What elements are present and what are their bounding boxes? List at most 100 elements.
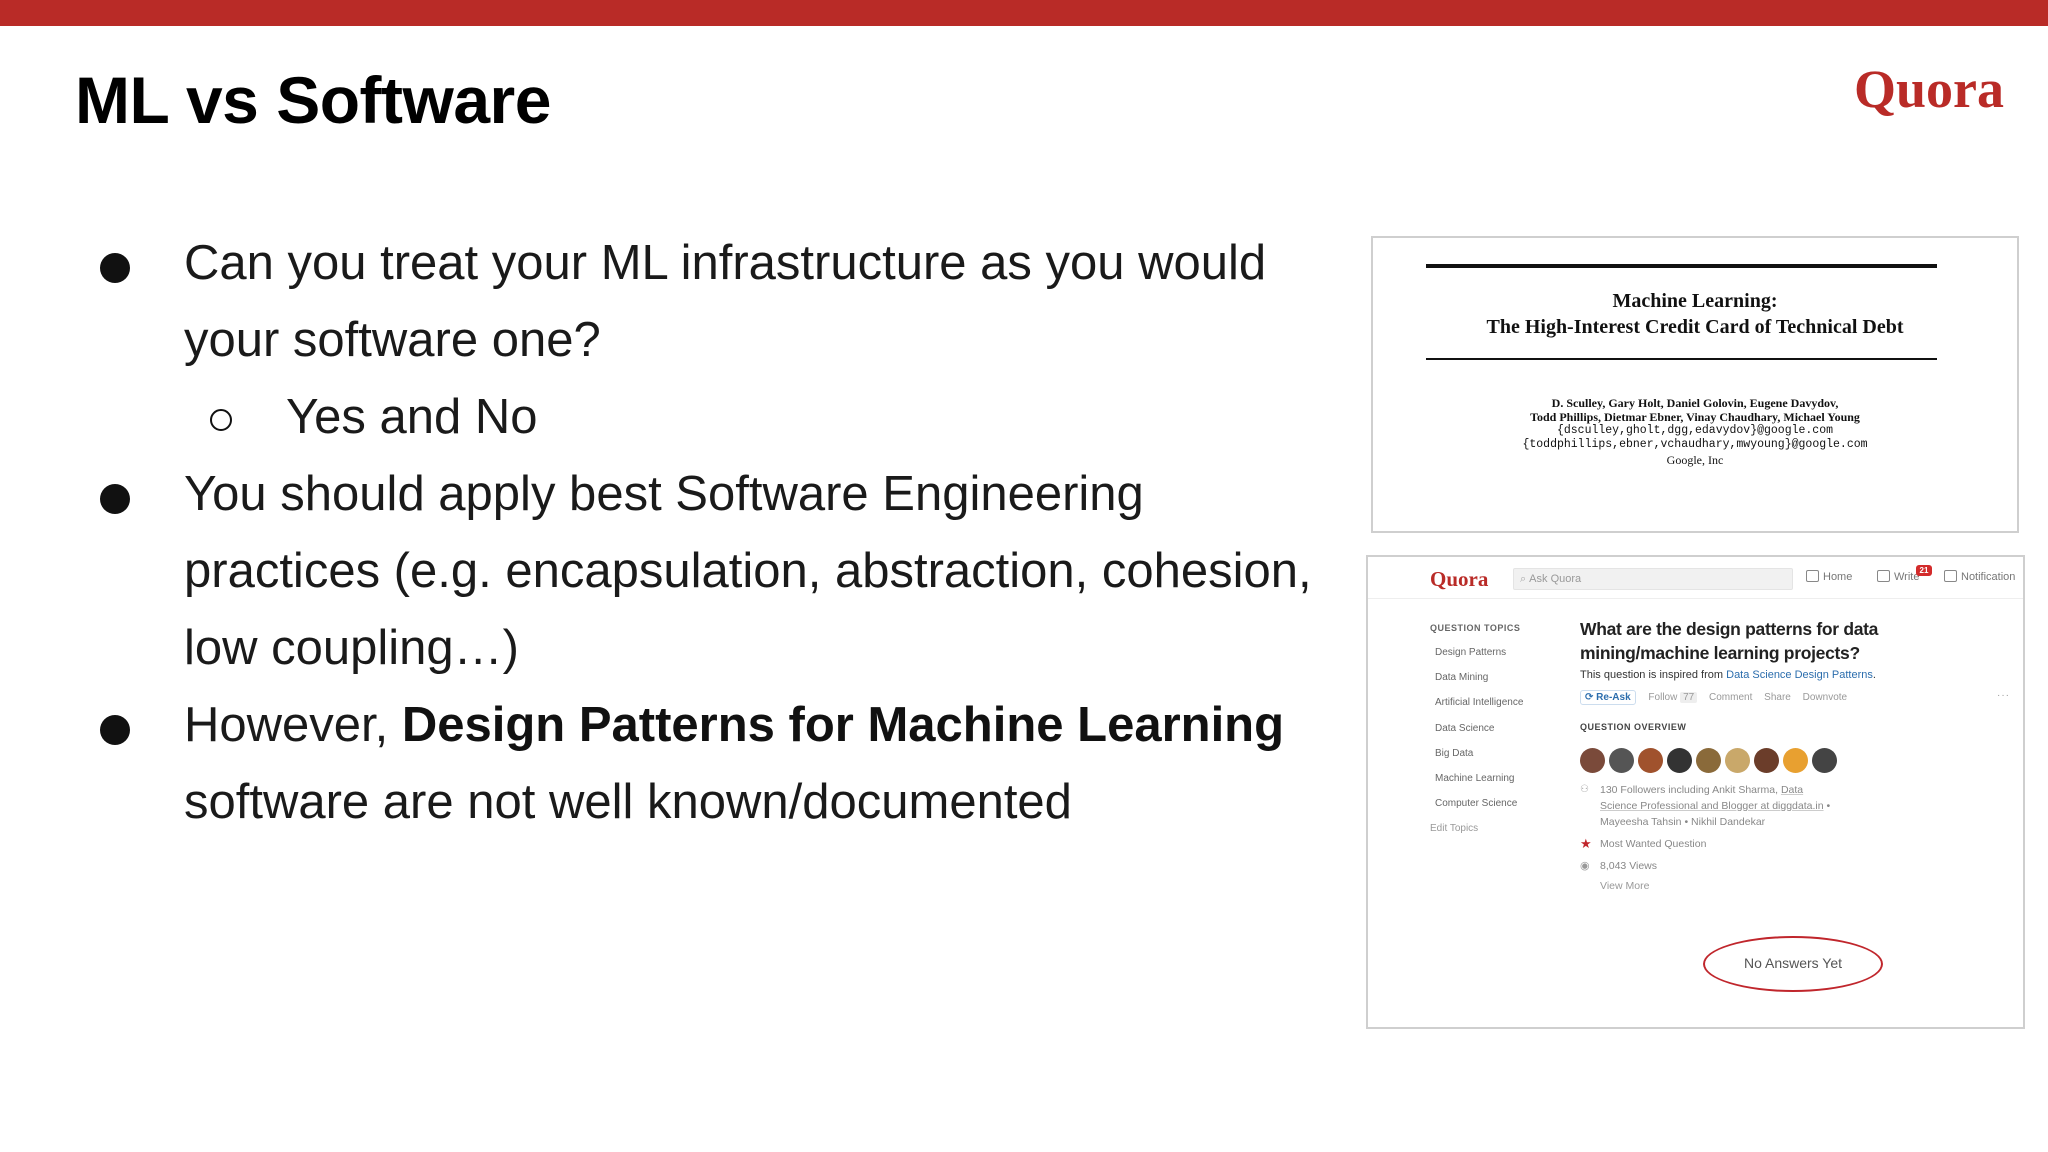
view-more-link: View More	[1600, 880, 1650, 892]
bullet-item: You should apply best Software Engineeri…	[96, 456, 1356, 687]
write-icon	[1877, 570, 1890, 582]
write-badge: 21	[1916, 565, 1932, 576]
followers-suffix: •	[1823, 800, 1831, 812]
paper-title-line: The High-Interest Credit Card of Technic…	[1486, 316, 1904, 338]
bullet-text-line: You should apply best Software Engineeri…	[184, 467, 1144, 521]
avatar	[1580, 748, 1605, 773]
paper-title: Machine Learning: The High-Interest Cred…	[1373, 288, 2017, 340]
topic-item: Design Patterns	[1435, 647, 1507, 658]
bullet-text-prefix: However,	[184, 698, 402, 752]
followers-line: 130 Followers including Ankit Sharma, Da…	[1600, 782, 2020, 798]
most-wanted-label: Most Wanted Question	[1600, 838, 1707, 850]
topics-heading: QUESTION TOPICS	[1430, 623, 1521, 633]
comment-button: Comment	[1709, 692, 1753, 703]
bullet-text-line: low coupling…)	[184, 621, 519, 675]
views-count: ◉ 8,043 Views	[1580, 858, 2020, 874]
followers-line: Mayeesha Tahsin • Nikhil Dandekar	[1600, 816, 1766, 828]
follower-avatars	[1580, 748, 2020, 776]
avatar	[1609, 748, 1634, 773]
quora-header: Quora ⌕ Ask Quora Home Write 21 Notificat…	[1368, 557, 2023, 599]
paper-screenshot: Machine Learning: The High-Interest Cred…	[1371, 236, 2019, 533]
paper-affiliation: Google, Inc	[1666, 453, 1724, 467]
reask-button: ⟳ Re-Ask	[1580, 690, 1636, 705]
quora-search-input: ⌕ Ask Quora	[1513, 568, 1793, 590]
paper-title-line: Machine Learning:	[1612, 290, 1778, 312]
topic-item: Machine Learning	[1435, 772, 1515, 784]
followers-prefix: 130 Followers including Ankit Sharma,	[1600, 784, 1781, 796]
paper-top-rule	[1426, 264, 1937, 268]
bullet-text-line: However, Design Patterns for Machine Lea…	[184, 687, 1356, 764]
paper-authors: D. Sculley, Gary Holt, Daniel Golovin, E…	[1373, 396, 2017, 424]
topic-item: Data Science	[1435, 722, 1495, 734]
slide-title: ML vs Software	[75, 63, 551, 137]
no-answers-highlight: No Answers Yet	[1703, 936, 1883, 992]
edit-topics: Edit Topics	[1430, 823, 1479, 835]
question-title: What are the design patterns for data mi…	[1580, 617, 2020, 665]
bullet-text-line: Can you treat your ML infrastructure as …	[184, 236, 1267, 290]
paper-emails: {dsculley,gholt,dgg,edavydov}@google.com…	[1373, 424, 2017, 452]
overview-heading: QUESTION OVERVIEW	[1580, 722, 1687, 732]
topic-item: Data Mining	[1435, 672, 1489, 684]
bullet-dot-icon	[100, 253, 130, 283]
downvote-button: Downvote	[1802, 692, 1848, 703]
bullet-item: Can you treat your ML infrastructure as …	[96, 225, 1356, 379]
avatar	[1638, 748, 1663, 773]
question-actions: ⟳ Re-Ask Follow 77 Comment Share Downvot…	[1580, 690, 2020, 708]
search-placeholder: Ask Quora	[1529, 573, 1582, 585]
avatar	[1725, 748, 1750, 773]
question-inspired: This question is inspired from Data Scie…	[1580, 669, 2020, 681]
inspired-suffix: .	[1872, 669, 1876, 681]
question-title-line: What are the design patterns for data	[1580, 619, 1879, 639]
avatar	[1754, 748, 1779, 773]
avatar	[1783, 748, 1808, 773]
avatar	[1667, 748, 1692, 773]
followers-link: Science Professional and Blogger at digg…	[1600, 800, 1824, 812]
top-accent-bar	[0, 0, 2048, 26]
nav-home-label: Home	[1823, 571, 1853, 583]
inspired-prefix: This question is inspired from	[1580, 669, 1727, 681]
bullet-dot-icon	[100, 484, 130, 514]
share-button: Share	[1764, 692, 1791, 703]
nav-write: Write	[1877, 570, 1919, 583]
topic-item: Big Data	[1435, 747, 1474, 759]
nav-home: Home	[1806, 570, 1852, 583]
bullet-text-line: your software one?	[184, 313, 601, 367]
avatar	[1696, 748, 1721, 773]
quora-question-screenshot: Quora ⌕ Ask Quora Home Write 21 Notificat…	[1366, 555, 2025, 1029]
followers-link: Data	[1780, 784, 1804, 796]
bullet-item: However, Design Patterns for Machine Lea…	[96, 687, 1356, 841]
search-icon: ⌕	[1520, 573, 1527, 585]
paper-email-line: {dsculley,gholt,dgg,edavydov}@google.com	[1556, 424, 1834, 437]
follow-button: Follow 77	[1648, 692, 1698, 703]
reask-label: Re-Ask	[1596, 692, 1631, 703]
paper-authors-line: D. Sculley, Gary Holt, Daniel Golovin, E…	[1551, 396, 1839, 410]
most-wanted: ★ Most Wanted Question	[1580, 836, 2020, 852]
bullet-text-bold: Design Patterns for Machine Learning	[401, 698, 1285, 752]
hollow-bullet-icon	[210, 409, 232, 431]
notification-icon	[1944, 570, 1957, 582]
nav-notifications: Notification	[1944, 570, 2015, 583]
paper-bottom-rule	[1426, 358, 1937, 360]
quora-logo: Quora	[1853, 59, 2004, 119]
sub-bullet-text: Yes and No	[286, 390, 538, 444]
question-title-line: mining/machine learning projects?	[1580, 643, 1860, 663]
star-icon: ★	[1580, 836, 1592, 851]
inspired-link: Data Science Design Patterns	[1726, 669, 1873, 681]
quora-header-logo: Quora	[1430, 567, 1489, 591]
bullet-dot-icon	[100, 715, 130, 745]
home-icon	[1806, 570, 1819, 582]
paper-email-line: {toddphillips,ebner,vchaudhary,mwyoung}@…	[1522, 438, 1868, 451]
topic-item: Computer Science	[1435, 798, 1518, 810]
paper-authors-line: Todd Phillips, Dietmar Ebner, Vinay Chau…	[1530, 410, 1860, 424]
topic-item: Artificial Intelligence	[1435, 697, 1524, 709]
avatar	[1812, 748, 1837, 773]
question-topics: QUESTION TOPICS Design Patterns Data Min…	[1430, 623, 1560, 834]
follow-count: 77	[1680, 692, 1698, 703]
eye-icon: ◉	[1580, 860, 1590, 872]
question-main: What are the design patterns for data mi…	[1580, 617, 2020, 892]
more-options-icon: ···	[1997, 690, 2010, 701]
bullet-text-line: software are not well known/documented	[184, 775, 1072, 829]
sub-bullet-item: Yes and No	[96, 379, 1356, 456]
follow-label: Follow	[1648, 692, 1678, 703]
views-label: 8,043 Views	[1600, 860, 1658, 872]
